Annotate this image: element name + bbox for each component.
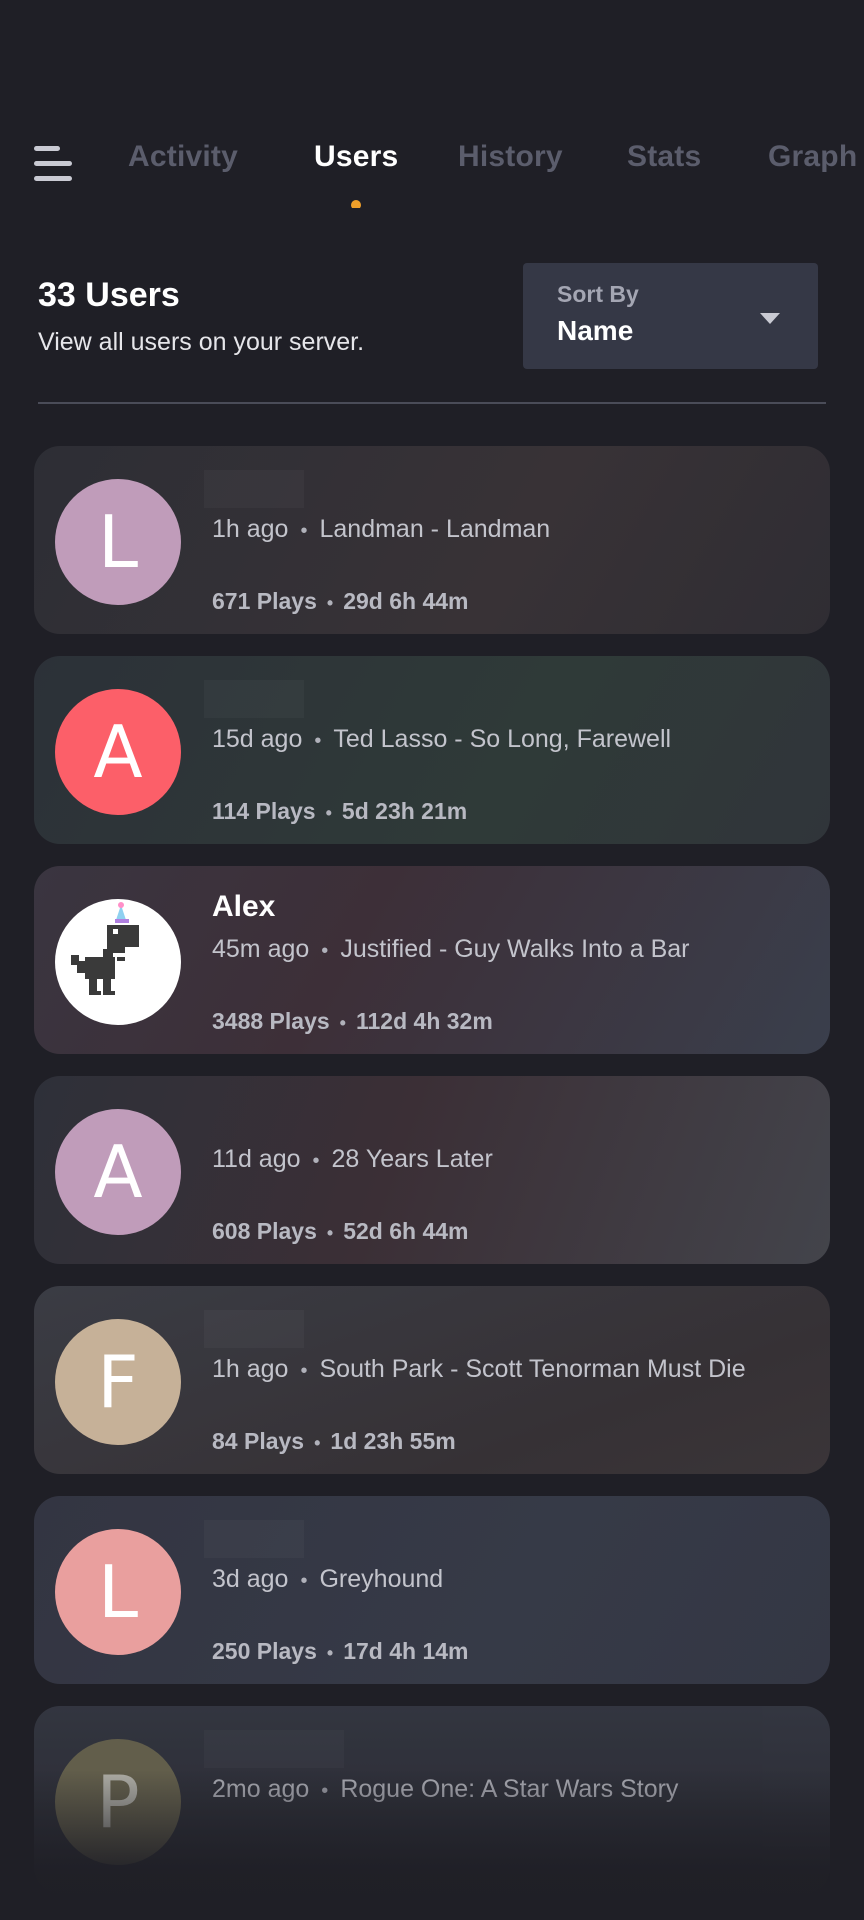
- user-list: L 1h ago • Landman - Landman 671 Plays • 29d…: [34, 446, 830, 1916]
- separator-dot: •: [326, 593, 334, 613]
- separator-dot: •: [325, 803, 332, 823]
- avatar: F: [55, 1319, 181, 1445]
- user-name: Alex: [212, 890, 276, 923]
- user-card[interactable]: Alex 45m ago • Justified - Guy Walks Into …: [34, 866, 830, 1054]
- caret-down-icon: [760, 313, 780, 324]
- active-tab-indicator: [351, 200, 361, 208]
- sort-dropdown[interactable]: Sort By Name: [523, 263, 818, 369]
- user-name-redacted: [204, 1730, 344, 1768]
- user-stats: 84 Plays • 1d 23h 55m: [212, 1428, 456, 1455]
- top-navigation: Activity Users History Stats Graph: [0, 118, 864, 208]
- watch-duration: 5d 23h 21m: [341, 798, 468, 824]
- avatar: P: [55, 1739, 181, 1865]
- watch-duration: 52d 6h 44m: [343, 1218, 469, 1244]
- watch-duration: 112d 4h 32m: [355, 1008, 493, 1034]
- dinosaur-icon: [71, 902, 139, 995]
- user-stats: 250 Plays • 17d 4h 14m: [212, 1638, 468, 1665]
- separator-dot: •: [321, 1780, 329, 1802]
- separator-dot: •: [326, 1643, 334, 1663]
- last-seen: 3d ago: [212, 1565, 289, 1593]
- last-seen: 15d ago: [212, 725, 303, 753]
- last-played: Justified - Guy Walks Into a Bar: [340, 935, 690, 963]
- user-name-redacted: [204, 1520, 304, 1558]
- page-subtitle: View all users on your server.: [38, 328, 365, 356]
- last-activity: 1h ago • South Park - Scott Tenorman Must …: [212, 1352, 792, 1388]
- play-count: 608 Plays: [212, 1218, 317, 1244]
- last-seen: 1h ago: [212, 1355, 289, 1383]
- last-seen: 2mo ago: [212, 1775, 310, 1803]
- watch-duration: 17d 4h 14m: [343, 1638, 469, 1664]
- sort-label: Sort By: [557, 281, 639, 307]
- page-title: 33 Users: [38, 276, 180, 314]
- dinosaur-avatar-icon: [55, 899, 181, 1025]
- tab-stats[interactable]: Stats: [627, 140, 701, 174]
- last-activity: 11d ago • 28 Years Later: [212, 1142, 792, 1178]
- tab-history[interactable]: History: [458, 140, 563, 174]
- user-name-redacted: [204, 470, 304, 508]
- user-card[interactable]: P 2mo ago • Rogue One: A Star Wars Story: [34, 1706, 830, 1894]
- last-activity: 2mo ago • Rogue One: A Star Wars Story: [212, 1772, 792, 1808]
- divider: [38, 402, 826, 404]
- user-stats: 3488 Plays • 112d 4h 32m: [212, 1008, 493, 1035]
- user-card[interactable]: L 1h ago • Landman - Landman 671 Plays • 29d…: [34, 446, 830, 634]
- play-count: 3488 Plays: [212, 1008, 330, 1034]
- tab-activity[interactable]: Activity: [128, 140, 238, 174]
- last-played: Greyhound: [319, 1565, 444, 1593]
- avatar: A: [55, 1109, 181, 1235]
- tab-bar: Activity Users History Stats Graph: [0, 118, 864, 208]
- tab-graphs[interactable]: Graph: [768, 140, 857, 174]
- user-stats: 671 Plays • 29d 6h 44m: [212, 588, 468, 615]
- user-name-redacted: [204, 1310, 304, 1348]
- user-stats: 608 Plays • 52d 6h 44m: [212, 1218, 468, 1245]
- separator-dot: •: [300, 520, 308, 542]
- last-played: Rogue One: A Star Wars Story: [340, 1775, 679, 1803]
- separator-dot: •: [300, 1570, 308, 1592]
- separator-dot: •: [321, 940, 329, 962]
- watch-duration: 1d 23h 55m: [330, 1428, 456, 1454]
- user-card[interactable]: A 11d ago • 28 Years Later 608 Plays • 52d 6…: [34, 1076, 830, 1264]
- user-card[interactable]: A 15d ago • Ted Lasso - So Long, Farewell …: [34, 656, 830, 844]
- avatar: L: [55, 1529, 181, 1655]
- sort-value: Name: [557, 315, 634, 346]
- avatar: A: [55, 689, 181, 815]
- last-seen: 1h ago: [212, 515, 289, 543]
- separator-dot: •: [339, 1013, 346, 1033]
- separator-dot: •: [326, 1223, 334, 1243]
- last-played: 28 Years Later: [331, 1145, 493, 1173]
- last-seen: 11d ago: [212, 1145, 301, 1173]
- avatar: L: [55, 479, 181, 605]
- play-count: 84 Plays: [212, 1428, 305, 1454]
- play-count: 250 Plays: [212, 1638, 317, 1664]
- separator-dot: •: [314, 730, 322, 752]
- separator-dot: •: [312, 1150, 320, 1172]
- user-name-redacted: [204, 680, 304, 718]
- last-seen: 45m ago: [212, 935, 310, 963]
- last-activity: 45m ago • Justified - Guy Walks Into a Bar: [212, 932, 792, 968]
- user-card[interactable]: F 1h ago • South Park - Scott Tenorman Mus…: [34, 1286, 830, 1474]
- watch-duration: 29d 6h 44m: [343, 588, 469, 614]
- tab-users[interactable]: Users: [314, 140, 398, 174]
- user-stats: 114 Plays • 5d 23h 21m: [212, 798, 467, 825]
- last-played: Ted Lasso - So Long, Farewell: [333, 725, 672, 753]
- separator-dot: •: [300, 1360, 308, 1382]
- last-played: South Park - Scott Tenorman Must Die: [319, 1355, 746, 1383]
- last-played: Landman - Landman: [319, 515, 551, 543]
- play-count: 114 Plays: [212, 798, 316, 824]
- last-activity: 1h ago • Landman - Landman: [212, 512, 792, 548]
- play-count: 671 Plays: [212, 588, 317, 614]
- last-activity: 3d ago • Greyhound: [212, 1562, 792, 1598]
- user-card[interactable]: L 3d ago • Greyhound 250 Plays • 17d 4h 14m: [34, 1496, 830, 1684]
- last-activity: 15d ago • Ted Lasso - So Long, Farewell: [212, 722, 792, 758]
- separator-dot: •: [314, 1433, 321, 1453]
